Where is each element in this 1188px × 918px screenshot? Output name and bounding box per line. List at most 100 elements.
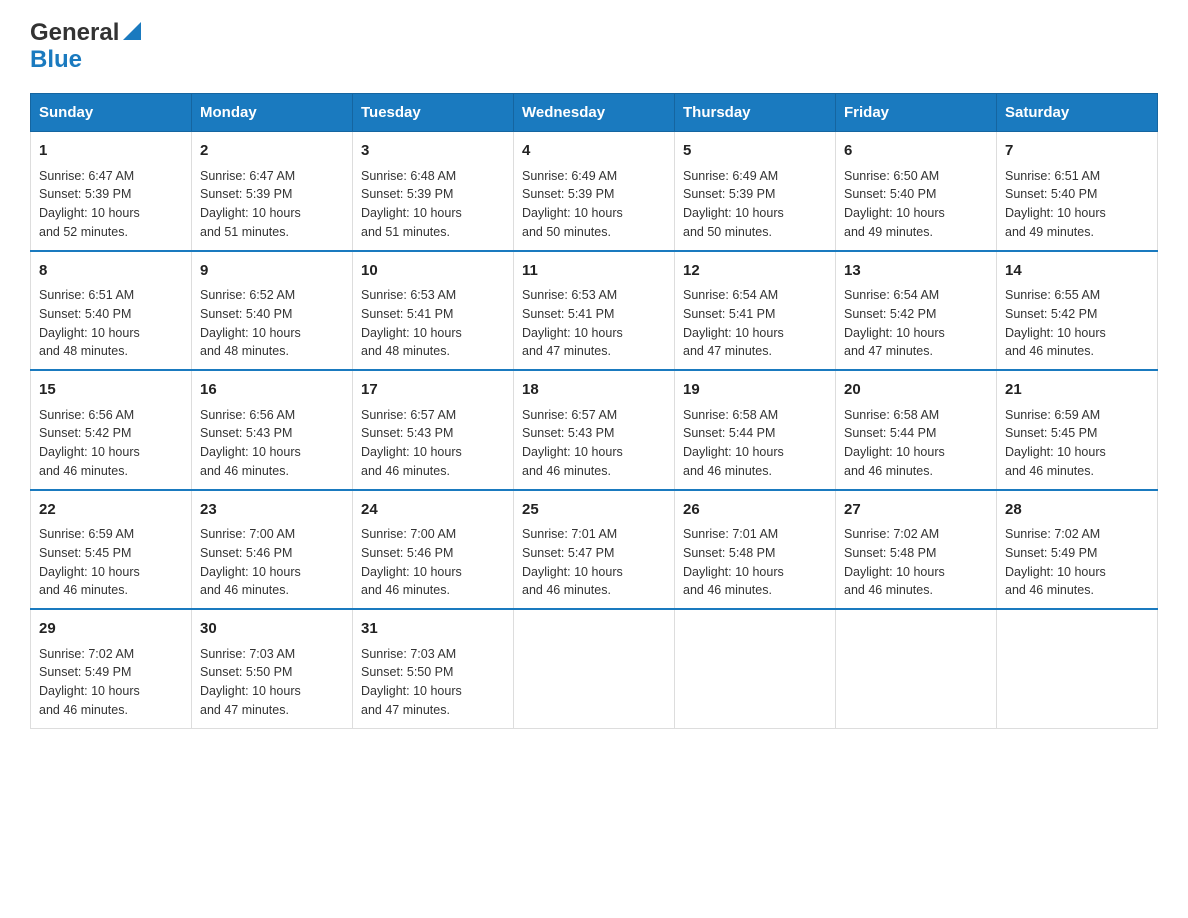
- day-number: 21: [1005, 379, 1149, 402]
- sunset-label: Sunset: 5:42 PM: [844, 307, 936, 321]
- sunrise-label: Sunrise: 6:57 AM: [361, 408, 456, 422]
- calendar-week-row: 22 Sunrise: 6:59 AM Sunset: 5:45 PM Dayl…: [31, 490, 1158, 610]
- sunrise-label: Sunrise: 7:02 AM: [844, 527, 939, 541]
- daylight-label: Daylight: 10 hours: [39, 206, 140, 220]
- calendar-cell: 25 Sunrise: 7:01 AM Sunset: 5:47 PM Dayl…: [514, 490, 675, 610]
- daylight-minutes: and 46 minutes.: [39, 583, 128, 597]
- day-number: 19: [683, 379, 827, 402]
- calendar-cell: 30 Sunrise: 7:03 AM Sunset: 5:50 PM Dayl…: [192, 609, 353, 728]
- calendar-week-row: 1 Sunrise: 6:47 AM Sunset: 5:39 PM Dayli…: [31, 132, 1158, 251]
- sunrise-label: Sunrise: 6:54 AM: [683, 288, 778, 302]
- day-number: 3: [361, 140, 505, 163]
- sunrise-label: Sunrise: 7:00 AM: [200, 527, 295, 541]
- calendar-cell: 2 Sunrise: 6:47 AM Sunset: 5:39 PM Dayli…: [192, 132, 353, 251]
- daylight-minutes: and 46 minutes.: [522, 583, 611, 597]
- col-header-thursday: Thursday: [675, 94, 836, 132]
- sunset-label: Sunset: 5:44 PM: [844, 426, 936, 440]
- daylight-label: Daylight: 10 hours: [683, 445, 784, 459]
- logo-general: General: [30, 19, 119, 46]
- sunrise-label: Sunrise: 6:51 AM: [39, 288, 134, 302]
- sunrise-label: Sunrise: 6:58 AM: [844, 408, 939, 422]
- day-number: 7: [1005, 140, 1149, 163]
- col-header-saturday: Saturday: [997, 94, 1158, 132]
- daylight-label: Daylight: 10 hours: [522, 445, 623, 459]
- daylight-label: Daylight: 10 hours: [200, 206, 301, 220]
- daylight-label: Daylight: 10 hours: [200, 445, 301, 459]
- day-number: 9: [200, 260, 344, 283]
- daylight-minutes: and 48 minutes.: [39, 344, 128, 358]
- daylight-minutes: and 46 minutes.: [200, 583, 289, 597]
- daylight-minutes: and 46 minutes.: [200, 464, 289, 478]
- calendar-cell: 20 Sunrise: 6:58 AM Sunset: 5:44 PM Dayl…: [836, 370, 997, 490]
- daylight-minutes: and 48 minutes.: [361, 344, 450, 358]
- sunset-label: Sunset: 5:47 PM: [522, 546, 614, 560]
- logo-triangle-icon: [123, 20, 141, 46]
- daylight-label: Daylight: 10 hours: [522, 206, 623, 220]
- logo: General Blue: [30, 20, 141, 73]
- sunrise-label: Sunrise: 6:55 AM: [1005, 288, 1100, 302]
- page-header: General Blue: [30, 20, 1158, 73]
- sunset-label: Sunset: 5:46 PM: [361, 546, 453, 560]
- daylight-label: Daylight: 10 hours: [361, 565, 462, 579]
- day-number: 10: [361, 260, 505, 283]
- daylight-minutes: and 48 minutes.: [200, 344, 289, 358]
- calendar-cell: 31 Sunrise: 7:03 AM Sunset: 5:50 PM Dayl…: [353, 609, 514, 728]
- calendar-cell: 19 Sunrise: 6:58 AM Sunset: 5:44 PM Dayl…: [675, 370, 836, 490]
- sunset-label: Sunset: 5:46 PM: [200, 546, 292, 560]
- sunset-label: Sunset: 5:42 PM: [39, 426, 131, 440]
- daylight-label: Daylight: 10 hours: [844, 206, 945, 220]
- day-number: 15: [39, 379, 183, 402]
- sunset-label: Sunset: 5:41 PM: [361, 307, 453, 321]
- day-number: 1: [39, 140, 183, 163]
- day-number: 23: [200, 499, 344, 522]
- daylight-label: Daylight: 10 hours: [844, 326, 945, 340]
- sunset-label: Sunset: 5:43 PM: [361, 426, 453, 440]
- sunset-label: Sunset: 5:43 PM: [522, 426, 614, 440]
- logo-text: General Blue: [30, 20, 141, 73]
- sunset-label: Sunset: 5:41 PM: [522, 307, 614, 321]
- calendar-cell: 6 Sunrise: 6:50 AM Sunset: 5:40 PM Dayli…: [836, 132, 997, 251]
- sunrise-label: Sunrise: 7:02 AM: [39, 647, 134, 661]
- daylight-minutes: and 52 minutes.: [39, 225, 128, 239]
- calendar-cell: 27 Sunrise: 7:02 AM Sunset: 5:48 PM Dayl…: [836, 490, 997, 610]
- daylight-minutes: and 46 minutes.: [1005, 583, 1094, 597]
- sunset-label: Sunset: 5:45 PM: [1005, 426, 1097, 440]
- calendar-cell: 21 Sunrise: 6:59 AM Sunset: 5:45 PM Dayl…: [997, 370, 1158, 490]
- calendar-cell: [997, 609, 1158, 728]
- daylight-label: Daylight: 10 hours: [1005, 445, 1106, 459]
- day-number: 30: [200, 618, 344, 641]
- daylight-label: Daylight: 10 hours: [683, 565, 784, 579]
- daylight-label: Daylight: 10 hours: [39, 326, 140, 340]
- sunrise-label: Sunrise: 7:01 AM: [522, 527, 617, 541]
- calendar-cell: 13 Sunrise: 6:54 AM Sunset: 5:42 PM Dayl…: [836, 251, 997, 371]
- sunrise-label: Sunrise: 6:48 AM: [361, 169, 456, 183]
- sunset-label: Sunset: 5:39 PM: [683, 187, 775, 201]
- day-number: 5: [683, 140, 827, 163]
- sunset-label: Sunset: 5:50 PM: [200, 665, 292, 679]
- calendar-header-row: SundayMondayTuesdayWednesdayThursdayFrid…: [31, 94, 1158, 132]
- sunrise-label: Sunrise: 7:03 AM: [200, 647, 295, 661]
- calendar-cell: 3 Sunrise: 6:48 AM Sunset: 5:39 PM Dayli…: [353, 132, 514, 251]
- calendar-cell: 15 Sunrise: 6:56 AM Sunset: 5:42 PM Dayl…: [31, 370, 192, 490]
- sunset-label: Sunset: 5:41 PM: [683, 307, 775, 321]
- sunset-label: Sunset: 5:43 PM: [200, 426, 292, 440]
- day-number: 29: [39, 618, 183, 641]
- sunrise-label: Sunrise: 6:47 AM: [39, 169, 134, 183]
- daylight-minutes: and 46 minutes.: [683, 464, 772, 478]
- calendar-cell: 12 Sunrise: 6:54 AM Sunset: 5:41 PM Dayl…: [675, 251, 836, 371]
- calendar-cell: 28 Sunrise: 7:02 AM Sunset: 5:49 PM Dayl…: [997, 490, 1158, 610]
- sunset-label: Sunset: 5:40 PM: [844, 187, 936, 201]
- sunrise-label: Sunrise: 6:59 AM: [1005, 408, 1100, 422]
- day-number: 14: [1005, 260, 1149, 283]
- sunset-label: Sunset: 5:39 PM: [200, 187, 292, 201]
- day-number: 31: [361, 618, 505, 641]
- sunset-label: Sunset: 5:39 PM: [39, 187, 131, 201]
- sunrise-label: Sunrise: 7:00 AM: [361, 527, 456, 541]
- sunrise-label: Sunrise: 6:53 AM: [361, 288, 456, 302]
- day-number: 13: [844, 260, 988, 283]
- day-number: 28: [1005, 499, 1149, 522]
- day-number: 24: [361, 499, 505, 522]
- day-number: 26: [683, 499, 827, 522]
- sunset-label: Sunset: 5:40 PM: [39, 307, 131, 321]
- sunrise-label: Sunrise: 7:02 AM: [1005, 527, 1100, 541]
